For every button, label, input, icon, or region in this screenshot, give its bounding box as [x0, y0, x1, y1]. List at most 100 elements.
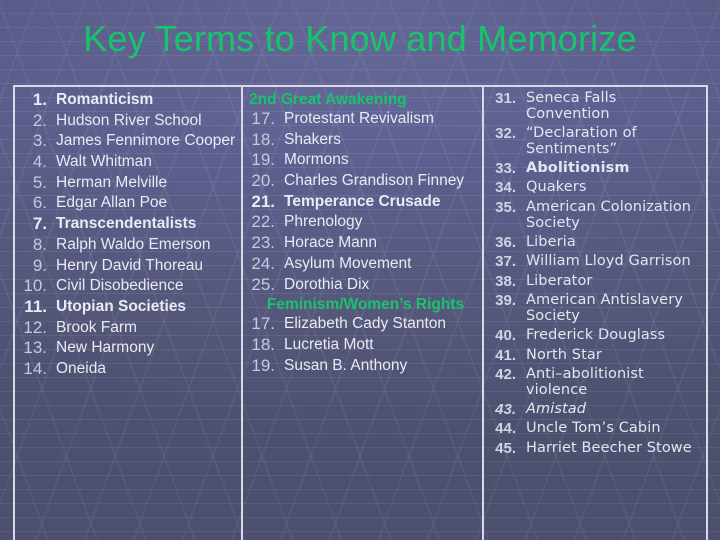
list-item: 14. Oneida — [17, 358, 239, 379]
list-item: 33. Abolitionism — [486, 159, 702, 178]
list-item-label: Henry David Thoreau — [56, 256, 204, 274]
list-item-number: 38. — [495, 272, 516, 290]
list-item-label: “Declaration of Sentiments” — [526, 124, 637, 157]
list-item: 7. Transcendentalists — [17, 214, 239, 234]
list-item-number: 10. — [23, 276, 47, 296]
list-item-label: Mormons — [284, 151, 349, 169]
list-item-label: American Colonization Society — [526, 198, 692, 231]
list-item-number: 18. — [251, 334, 275, 354]
list-item: 13. New Harmony — [17, 339, 239, 358]
list-item: 10. Civil Disobedience — [17, 276, 239, 296]
list-item-label: Brook Farm — [56, 318, 137, 336]
list-item-number: 22. — [251, 212, 275, 232]
list-item-label: Edgar Allan Poe — [56, 194, 168, 212]
list-item-number: 2. — [32, 110, 47, 130]
list-item: 34. Quakers — [486, 179, 702, 197]
list-item: 17. Protestant Revivalism — [245, 109, 480, 129]
column-2-list: 2nd Great Awakening 17. Protestant Revival… — [243, 91, 482, 375]
list-item: 38. Liberator — [486, 272, 702, 291]
list-item: 39. American Antislavery Society — [486, 292, 702, 325]
list-item-label: Lucretia Mott — [284, 335, 374, 353]
slide-title: Key Terms to Know and Memorize — [83, 18, 637, 59]
list-item-label: Romanticism — [56, 91, 154, 108]
list-item-number: 17. — [251, 109, 275, 129]
list-item-label: Horace Mann — [284, 234, 378, 252]
table-column-3: 31. Seneca Falls Convention 32. “Declaratio… — [482, 87, 704, 540]
list-item: 17. Elizabeth Cady Stanton — [245, 315, 480, 334]
list-item: 9. Henry David Thoreau — [17, 256, 239, 276]
list-item-label: Uncle Tom’s Cabin — [526, 420, 661, 437]
list-item-number: 42. — [495, 366, 516, 383]
key-terms-table: 1. Romanticism 2. Hudson River School 3. Jame… — [13, 85, 708, 540]
list-item: 3. James Fennimore Cooper — [17, 132, 239, 151]
list-item: 8. Ralph Waldo Emerson — [17, 234, 239, 255]
list-item-number: 7. — [32, 214, 47, 234]
list-item-number: 40. — [495, 327, 516, 344]
list-item: 4. Walt Whitman — [17, 152, 239, 172]
list-item: 21. Temperance Crusade — [245, 191, 480, 212]
list-item: 1. Romanticism — [17, 90, 239, 110]
list-item-number: 36. — [495, 233, 516, 251]
list-item-number: 34. — [495, 179, 516, 197]
list-item-number: 45. — [495, 439, 516, 457]
list-item-label: Protestant Revivalism — [284, 110, 434, 128]
list-item: 6. Edgar Allan Poe — [17, 194, 239, 213]
list-item-number: 12. — [23, 317, 47, 337]
list-item-label: American Antislavery Society — [526, 292, 683, 325]
list-item-number: 41. — [495, 346, 516, 364]
list-item: 37. William Lloyd Garrison — [486, 253, 702, 271]
list-item-number: 5. — [32, 172, 47, 192]
list-item-number: 31. — [495, 90, 516, 107]
list-item: 18. Lucretia Mott — [245, 334, 480, 355]
column-1-list: 1. Romanticism 2. Hudson River School 3. Jame… — [15, 90, 241, 379]
list-item: 5. Herman Melville — [17, 172, 239, 193]
list-item-label: Liberator — [526, 272, 593, 289]
list-item-label: Hudson River School — [56, 111, 202, 129]
list-item: 43. Amistad — [486, 400, 702, 419]
list-item: 22. Phrenology — [245, 213, 480, 232]
list-item-label: Liberia — [526, 233, 576, 250]
list-item-number: 18. — [251, 129, 275, 149]
list-item-label: Herman Melville — [56, 173, 168, 191]
list-item-label: Abolitionism — [526, 159, 630, 176]
list-item-number: 32. — [495, 124, 516, 142]
list-item-label: Quakers — [526, 179, 587, 196]
list-item: 42. Anti–abolitionist violence — [486, 366, 702, 399]
list-item-label: Utopian Societies — [56, 297, 187, 315]
list-item-number: 44. — [495, 420, 516, 438]
list-item: 2. Hudson River School — [17, 110, 239, 131]
list-item-number: 14. — [23, 358, 47, 378]
list-item-number: 17. — [251, 314, 275, 334]
list-item-label: North Star — [526, 346, 602, 363]
section-header: 2nd Great Awakening — [249, 91, 407, 108]
list-item-label: Walt Whitman — [56, 153, 152, 171]
list-item-label: Amistad — [526, 400, 587, 417]
list-item: 19. Susan B. Anthony — [245, 356, 480, 376]
list-item-number: 8. — [32, 234, 47, 254]
list-item: 19. Mormons — [245, 151, 480, 170]
list-item-label: Harriet Beecher Stowe — [526, 439, 692, 456]
column-3-list: 31. Seneca Falls Convention 32. “Declaratio… — [484, 90, 704, 457]
list-item-label: Ralph Waldo Emerson — [56, 235, 211, 253]
list-item-number: 13. — [23, 338, 47, 358]
list-item-label: Seneca Falls Convention — [526, 90, 617, 122]
list-item-number: 3. — [32, 131, 47, 151]
list-item: 41. North Star — [486, 346, 702, 365]
list-item-label: Asylum Movement — [284, 254, 412, 272]
list-item-label: Dorothia Dix — [284, 275, 370, 293]
list-item: 44. Uncle Tom’s Cabin — [486, 420, 702, 438]
list-item-number: 33. — [495, 159, 516, 177]
list-item-number: 1. — [32, 90, 47, 109]
list-item-label: Anti–abolitionist violence — [526, 366, 644, 398]
list-item-label: Shakers — [284, 130, 341, 148]
list-item-label: Civil Disobedience — [56, 277, 184, 295]
list-item: 25. Dorothia Dix — [245, 275, 480, 295]
list-item: 23. Horace Mann — [245, 233, 480, 253]
list-item-number: 37. — [495, 253, 516, 271]
list-item: 31. Seneca Falls Convention — [486, 90, 702, 123]
list-item: 20. Charles Grandison Finney — [245, 171, 480, 191]
list-item-label: William Lloyd Garrison — [526, 253, 691, 270]
list-item-number: 35. — [495, 198, 516, 216]
section-header: Feminism/Women’s Rights — [266, 296, 465, 314]
list-item-number: 21. — [251, 191, 275, 211]
